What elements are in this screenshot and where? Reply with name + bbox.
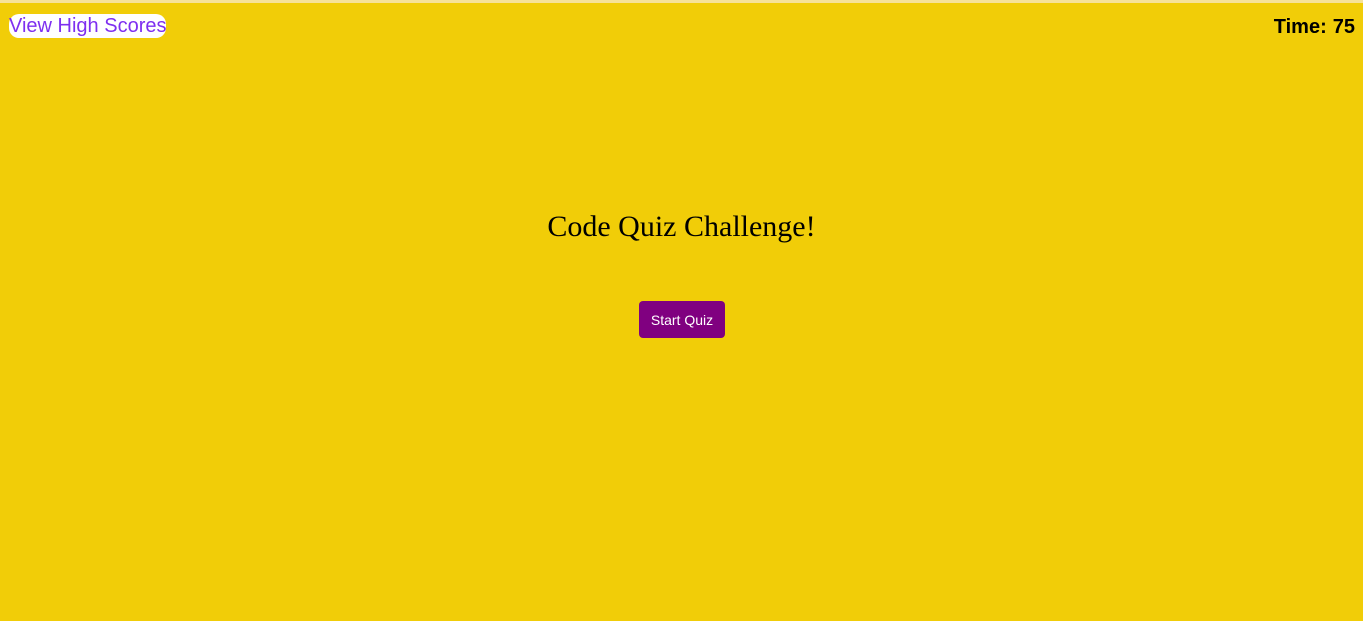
timer-label: Time: <box>1273 16 1327 38</box>
start-quiz-button[interactable]: Start Quiz <box>639 301 725 338</box>
view-high-scores-link[interactable]: View High Scores <box>9 14 167 38</box>
top-border <box>0 0 1363 3</box>
page-title: Code Quiz Challenge! <box>547 210 816 243</box>
timer: Time: 75 <box>1274 15 1355 39</box>
timer-value: 75 <box>1332 16 1355 38</box>
